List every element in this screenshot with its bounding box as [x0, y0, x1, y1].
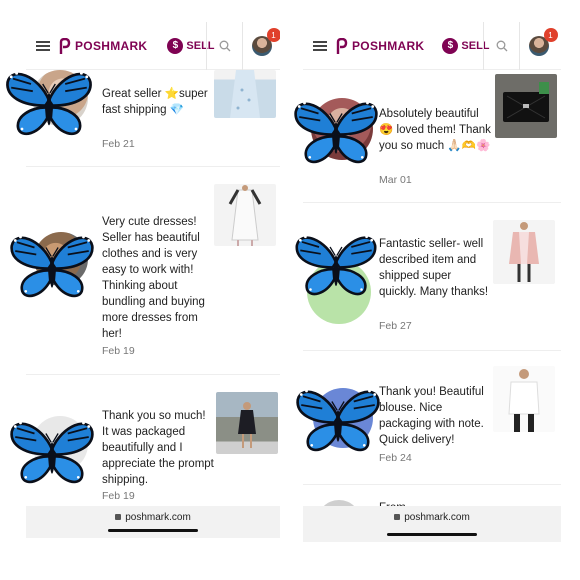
poshmark-logo-icon [335, 37, 349, 54]
app-header: POSHMARK $ SELL 1 [303, 22, 561, 70]
url-bar[interactable]: poshmark.com [26, 512, 280, 523]
listing-thumbnail[interactable] [493, 366, 555, 432]
menu-icon[interactable] [36, 40, 50, 51]
search-button[interactable] [206, 22, 242, 70]
listing-thumbnail[interactable] [214, 184, 276, 246]
butterfly-sticker-icon [296, 388, 380, 452]
review-text: Thank you so much! It was packaged beaut… [102, 410, 214, 486]
butterfly-sticker-icon [6, 70, 92, 136]
review-text: Great seller ⭐super fast shipping 💎 [102, 88, 208, 116]
poshmark-logo-icon [58, 37, 72, 54]
listing-thumbnail[interactable] [495, 74, 557, 138]
notification-badge: 1 [543, 28, 558, 42]
search-icon [219, 40, 230, 52]
review-text: Thank you! Beautiful blouse. Nice packag… [379, 386, 484, 446]
review-text: Very cute dresses! Seller has beautiful … [102, 216, 205, 340]
butterfly-sticker-icon [10, 420, 94, 484]
app-header: POSHMARK $ SELL 1 [26, 22, 280, 70]
avatar: 1 [251, 28, 280, 56]
divider [303, 350, 561, 351]
review-text: Absolutely beautiful 😍 loved them! Thank… [379, 108, 491, 152]
listing-thumbnail[interactable] [216, 392, 278, 454]
search-icon [496, 40, 507, 52]
menu-icon[interactable] [313, 40, 327, 51]
logo-text: POSHMARK [75, 38, 148, 53]
butterfly-sticker-icon [295, 234, 377, 296]
divider [303, 484, 561, 485]
butterfly-sticker-icon [294, 100, 378, 164]
lock-icon [394, 514, 401, 520]
poshmark-logo[interactable]: POSHMARK [58, 37, 148, 54]
listing-thumbnail[interactable] [214, 70, 276, 118]
divider [26, 374, 280, 375]
review-date: Feb 27 [379, 320, 412, 332]
lock-icon [115, 514, 122, 520]
notification-badge: 1 [266, 28, 280, 42]
profile-button[interactable]: 1 [242, 22, 280, 70]
review-date: Mar 01 [379, 174, 412, 186]
search-button[interactable] [483, 22, 519, 70]
browser-bottom-bar: poshmark.com [26, 506, 280, 538]
avatar: 1 [528, 28, 558, 56]
dollar-coin-icon: $ [167, 37, 184, 54]
url-text: poshmark.com [125, 512, 191, 523]
url-bar[interactable]: poshmark.com [303, 512, 561, 523]
home-indicator [387, 533, 477, 536]
dollar-coin-icon: $ [442, 37, 459, 54]
butterfly-sticker-icon [10, 234, 94, 298]
browser-bottom-bar: poshmark.com [303, 506, 561, 542]
review-text: Fantastic seller- well described item an… [379, 238, 489, 298]
poshmark-logo[interactable]: POSHMARK [335, 37, 425, 54]
profile-button[interactable]: 1 [519, 22, 558, 70]
home-indicator [108, 529, 198, 532]
divider [26, 166, 280, 167]
divider [303, 202, 561, 203]
review-date: Feb 19 [102, 345, 135, 357]
url-text: poshmark.com [404, 512, 470, 523]
review-date: Feb 19 [102, 490, 135, 502]
review-date: Feb 21 [102, 138, 135, 150]
logo-text: POSHMARK [352, 38, 425, 53]
listing-thumbnail[interactable] [493, 220, 555, 284]
